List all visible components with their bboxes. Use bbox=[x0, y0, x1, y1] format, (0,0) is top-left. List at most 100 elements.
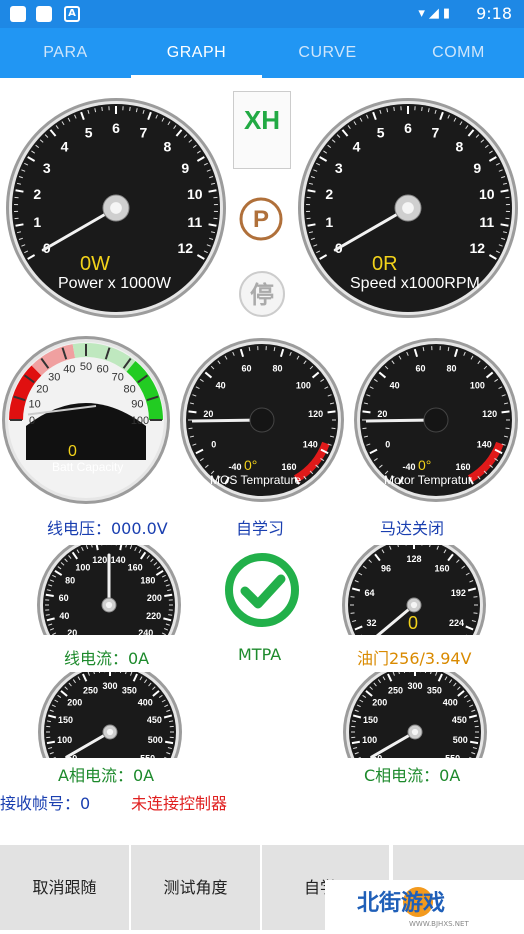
gauge-tick-label: 100 bbox=[470, 380, 485, 390]
gauge-readout: 0W bbox=[80, 253, 110, 275]
gauge-tick-label: 150 bbox=[363, 715, 378, 725]
gauge-tick-label: 100 bbox=[57, 735, 72, 745]
gauge-caption: MOS Temprature bbox=[210, 473, 301, 487]
gauge-tick-label: 20 bbox=[377, 409, 387, 419]
gauge-tick-label: 160 bbox=[128, 562, 143, 572]
gauge-tick-label: 40 bbox=[59, 611, 69, 621]
gauge-minor-tick bbox=[169, 721, 173, 722]
motor-temperature-gauge: -400204060801001201401600°Motor Tempratu… bbox=[350, 334, 524, 506]
gauge-tick-label: 200 bbox=[67, 698, 82, 708]
cancel-follow-button[interactable]: 取消跟随 bbox=[0, 845, 131, 930]
gauge-tick-label: 120 bbox=[308, 409, 323, 419]
gauge-readout: 0° bbox=[418, 457, 431, 473]
gauge-tick-label: 0 bbox=[385, 439, 390, 449]
gauge-tick-label: 20 bbox=[203, 409, 213, 419]
xh-indicator: XH bbox=[233, 91, 291, 169]
gauge-tick-label: 1 bbox=[33, 214, 41, 230]
gauge-tick-label: 8 bbox=[456, 139, 464, 155]
watermark: 北街游戏 WWW.BJHXS.NET bbox=[325, 880, 524, 930]
gauge-tick-label: 192 bbox=[451, 588, 466, 598]
tab-curve[interactable]: CURVE bbox=[262, 28, 393, 78]
gauge-hub bbox=[424, 408, 448, 432]
gauge-tick-label: 20 bbox=[67, 628, 77, 635]
gauge-caption: Batt Capacity bbox=[52, 460, 123, 474]
test-angle-button[interactable]: 测试角度 bbox=[131, 845, 262, 930]
gauge-caption: Motor Tempratur bbox=[384, 473, 472, 487]
gauge-tick-label: 100 bbox=[75, 562, 90, 572]
gauge-major-tick bbox=[16, 190, 24, 191]
phase-c-current-label: C相电流：0A bbox=[364, 762, 460, 786]
gauge-tick-label: 7 bbox=[139, 125, 147, 141]
gauge-major-tick bbox=[47, 742, 55, 743]
gauge-tick-label: 96 bbox=[381, 564, 391, 574]
battery-gauge: 01020304050607080901000Batt Capacity bbox=[0, 334, 174, 506]
gauge-tick-label: 140 bbox=[111, 555, 126, 565]
gauge-tick-label: 60 bbox=[59, 593, 69, 603]
gauge-tick-label: 20 bbox=[36, 383, 48, 395]
gauge-tick-label: 150 bbox=[58, 715, 73, 725]
gauge-tick-label: 40 bbox=[63, 364, 75, 376]
gauge-tick-label: 450 bbox=[147, 715, 162, 725]
throttle-label: 油门256/3.94V bbox=[357, 645, 472, 669]
gauge-minor-tick bbox=[168, 615, 172, 616]
gauge-tick-label: 350 bbox=[122, 685, 137, 695]
gauge-tick-label: 60 bbox=[242, 363, 252, 373]
gauge-tick-label: 550 bbox=[445, 754, 460, 758]
line-current-label: 线电流：0A bbox=[64, 645, 149, 669]
gauge-tick-label: -40 bbox=[402, 462, 415, 472]
gauge-tick-label: 3 bbox=[43, 160, 51, 176]
svg-text:北街游戏: 北街游戏 bbox=[357, 890, 445, 916]
gauge-tick-label: 400 bbox=[138, 698, 153, 708]
gauge-tick-label: 10 bbox=[187, 186, 203, 202]
gauge-minor-tick bbox=[394, 107, 395, 111]
gauge-minor-tick bbox=[473, 597, 477, 598]
gauge-tick-label: 8 bbox=[164, 139, 172, 155]
gauge-tick-label: 120 bbox=[92, 555, 107, 565]
phase-a-current-gauge: 050100150200250300350400450500550600 bbox=[35, 672, 185, 758]
stop-icon-label: 停 bbox=[250, 281, 274, 309]
notification-icon: A bbox=[64, 6, 80, 22]
gauge-tick-label: 140 bbox=[303, 439, 318, 449]
gauge-minor-tick bbox=[406, 545, 407, 546]
gauge-major-tick bbox=[209, 190, 217, 191]
gauge-minor-tick bbox=[47, 721, 51, 722]
gauge-tick-label: 90 bbox=[131, 398, 143, 410]
gauge-hub-center bbox=[107, 729, 113, 735]
tab-graph[interactable]: GRAPH bbox=[131, 28, 262, 78]
gauge-tick-label: 60 bbox=[97, 364, 109, 376]
gauge-minor-tick bbox=[422, 107, 423, 111]
gauge-tick-label: 450 bbox=[452, 715, 467, 725]
phase-c-current-gauge: 050100150200250300350400450500550600 bbox=[340, 672, 490, 758]
gauge-tick-label: 32 bbox=[366, 618, 376, 628]
gauge-tick-label: 500 bbox=[453, 735, 468, 745]
gauge-tick-label: 11 bbox=[479, 214, 494, 230]
signal-battery-icons: ▾◢▮ bbox=[418, 6, 454, 21]
frame-count-label: 接收帧号：0 bbox=[0, 790, 90, 814]
status-bar: A ▾◢▮ 9:18 bbox=[0, 0, 524, 28]
gauge-major-tick bbox=[189, 411, 197, 412]
mos-temperature-gauge: -400204060801001201401600°MOS Temprature bbox=[176, 334, 348, 506]
gauge-hub-center bbox=[106, 602, 112, 608]
gauge-tick-label: 0 bbox=[211, 439, 216, 449]
gauge-minor-tick bbox=[474, 721, 478, 722]
tab-para[interactable]: PARA bbox=[0, 28, 131, 78]
gauge-tick-label: 9 bbox=[473, 160, 481, 176]
gauge-major-tick bbox=[46, 595, 54, 596]
stop-icon: 停 bbox=[234, 268, 290, 320]
watermark-logo: 北街游戏 WWW.BJHXS.NET bbox=[325, 880, 524, 930]
gauge-tick-label: 240 bbox=[138, 628, 153, 635]
gauge-tick-label: 2 bbox=[325, 186, 333, 202]
gauge-tick-label: 6 bbox=[404, 120, 412, 136]
power-gauge: 01234567891011120WPower x 1000W bbox=[0, 90, 232, 330]
gauge-tick-label: 250 bbox=[83, 685, 98, 695]
gauge-major-tick bbox=[164, 595, 172, 596]
tab-bar: PARA GRAPH CURVE COMM bbox=[0, 28, 524, 78]
gauge-tick-label: 40 bbox=[216, 380, 226, 390]
gauge-major-tick bbox=[502, 411, 510, 412]
tab-comm[interactable]: COMM bbox=[393, 28, 524, 78]
gauge-readout: 0° bbox=[244, 457, 257, 473]
gauge-tick-label: 80 bbox=[446, 363, 456, 373]
gauge-readout: 0 bbox=[68, 443, 77, 460]
gauge-minor-tick bbox=[46, 615, 50, 616]
mtpa-label: MTPA bbox=[238, 645, 281, 664]
